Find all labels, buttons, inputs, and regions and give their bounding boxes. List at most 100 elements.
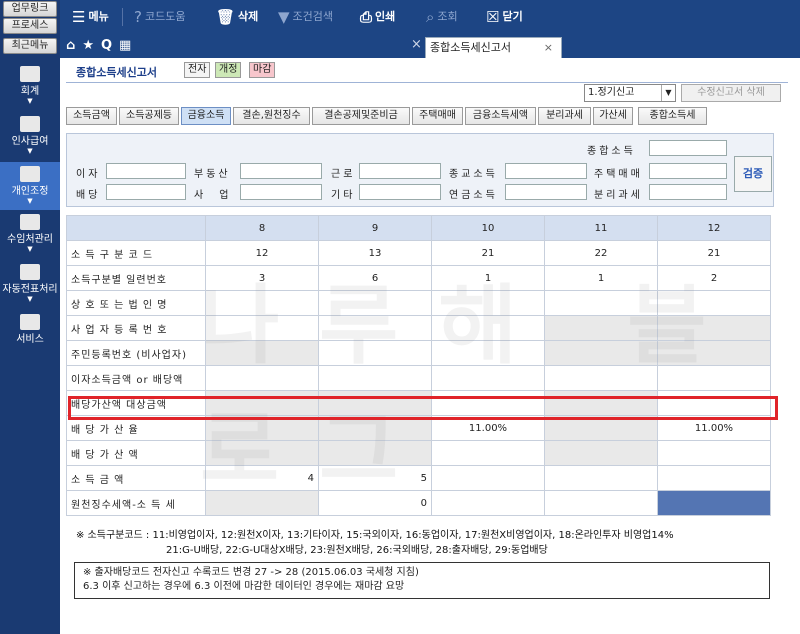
people-icon	[20, 116, 40, 132]
interest-label: 이자	[76, 169, 101, 180]
code-help-button[interactable]: ? 코드도움	[134, 0, 185, 34]
grid-cell[interactable]: 5	[318, 465, 432, 491]
monitor-icon	[20, 314, 40, 330]
subtab-loss-reserve[interactable]: 결손공제및준비금	[312, 107, 410, 125]
home-icon[interactable]: ⌂	[66, 38, 82, 53]
grid-cell[interactable]: 1	[431, 265, 545, 291]
grid-cell[interactable]	[318, 340, 432, 366]
chevron-down-icon: ▼	[27, 97, 33, 105]
grid-cell[interactable]	[431, 315, 545, 341]
grid-cell[interactable]	[544, 290, 658, 316]
page-title: 종합소득세신고서	[76, 66, 157, 79]
total-income-field[interactable]	[649, 140, 727, 156]
delete-amended-button[interactable]: 수정신고서 삭제	[681, 84, 781, 102]
grid-cell[interactable]: 1	[544, 265, 658, 291]
close-icon[interactable]: ×	[411, 37, 422, 52]
star-icon[interactable]: ★	[82, 38, 101, 53]
grid-cell[interactable]	[657, 440, 771, 466]
search-icon[interactable]: Q	[101, 38, 119, 53]
column-header: 8	[205, 215, 319, 241]
house-field[interactable]	[649, 163, 727, 179]
menu-button[interactable]: ☰ 메뉴	[72, 0, 109, 34]
pension-field[interactable]	[505, 184, 587, 200]
grid-cell[interactable]	[657, 365, 771, 391]
print-button[interactable]: ⎙ 인쇄	[360, 0, 395, 34]
realestate-field[interactable]	[240, 163, 322, 179]
grid-cell[interactable]: 2	[657, 265, 771, 291]
delete-button[interactable]: 🗑 삭제	[216, 0, 258, 34]
interest-field[interactable]	[106, 163, 186, 179]
grid-cell[interactable]	[431, 465, 545, 491]
grid-cell[interactable]	[544, 365, 658, 391]
sidebar-item-service[interactable]: 서비스	[0, 314, 60, 350]
dividend-field[interactable]	[106, 184, 186, 200]
verify-button[interactable]: 검증	[734, 156, 772, 192]
grid-cell[interactable]	[431, 490, 545, 516]
grid-cell[interactable]	[318, 315, 432, 341]
sidebar-item-label: 인사급여	[11, 136, 49, 147]
grid-cell[interactable]	[318, 365, 432, 391]
magnifier-icon: ⌕	[426, 8, 435, 26]
trash-icon: 🗑	[216, 8, 236, 26]
process-button[interactable]: 프로세스	[3, 18, 57, 34]
grid-cell[interactable]: 22	[544, 240, 658, 266]
subtab-financial-income[interactable]: 금융소득	[181, 107, 231, 125]
subtab-separate-tax[interactable]: 분리과세	[538, 107, 591, 125]
sidebar-item-personal-adjust[interactable]: 개인조정 ▼	[0, 162, 60, 210]
grid-cell[interactable]	[657, 465, 771, 491]
grid-cell[interactable]: 0	[318, 490, 432, 516]
tab-income-tax-return[interactable]: 종합소득세신고서 ×	[425, 37, 562, 58]
close-button[interactable]: ☒ 닫기	[486, 0, 523, 34]
subtab-financial-tax[interactable]: 금융소득세액	[465, 107, 536, 125]
grid-cell[interactable]	[318, 290, 432, 316]
grid-cell[interactable]: 13	[318, 240, 432, 266]
filter-search-button[interactable]: ▼ 조건검색	[278, 0, 333, 34]
grid-cell[interactable]	[657, 490, 771, 516]
grid-cell[interactable]	[431, 290, 545, 316]
grid-cell[interactable]	[431, 440, 545, 466]
grid-cell[interactable]: 4	[205, 465, 319, 491]
grid-cell[interactable]: 6	[318, 265, 432, 291]
report-type-value: 1.정기신고	[588, 87, 635, 98]
report-type-select[interactable]: 1.정기신고 ▼	[584, 84, 676, 102]
org-icon	[20, 214, 40, 230]
subtab-income-amount[interactable]: 소득금액	[66, 107, 117, 125]
grid-cell	[657, 315, 771, 341]
grid-cell[interactable]: 12	[205, 240, 319, 266]
grid-cell[interactable]: 21	[657, 240, 771, 266]
stock-field[interactable]	[505, 163, 587, 179]
subtab-house-sale[interactable]: 주택매매	[412, 107, 463, 125]
subtab-income-deduction[interactable]: 소득공제등	[119, 107, 179, 125]
search-button[interactable]: ⌕ 조회	[426, 0, 458, 34]
quick-link-button[interactable]: 업무링크	[3, 1, 57, 17]
grid-cell[interactable]	[431, 365, 545, 391]
sidebar-item-payroll[interactable]: 인사급여 ▼	[0, 116, 60, 162]
grid-cell[interactable]	[544, 490, 658, 516]
sidebar-item-accounting[interactable]: 회계 ▼	[0, 66, 60, 116]
grid-cell	[544, 340, 658, 366]
highlight-box	[68, 396, 778, 420]
sidebar-item-label: 수임처관리	[7, 234, 53, 245]
sidebar-item-client-manage[interactable]: 수임처관리 ▼	[0, 214, 60, 260]
subtab-total-income-tax[interactable]: 종합소득세	[638, 107, 707, 125]
grid-cell[interactable]	[544, 465, 658, 491]
labor-field[interactable]	[359, 163, 441, 179]
business-field[interactable]	[240, 184, 322, 200]
recent-menu-button[interactable]: 최근메뉴	[3, 38, 57, 54]
separate-field[interactable]	[649, 184, 727, 200]
subtab-loss-withholding[interactable]: 결손,원천징수	[233, 107, 310, 125]
grid-icon[interactable]: ▦	[119, 38, 138, 53]
other-field[interactable]	[359, 184, 441, 200]
menu-label: 메뉴	[88, 10, 109, 23]
grid-cell[interactable]	[431, 340, 545, 366]
close-icon[interactable]: ×	[544, 38, 553, 58]
grid-cell[interactable]	[205, 315, 319, 341]
subtab-penalty-tax[interactable]: 가산세	[593, 107, 633, 125]
grid-cell[interactable]	[205, 365, 319, 391]
grid-cell	[657, 340, 771, 366]
grid-cell[interactable]	[205, 290, 319, 316]
sidebar-item-auto-voucher[interactable]: 자동전표처리 ▼	[0, 264, 60, 310]
grid-cell[interactable]	[657, 290, 771, 316]
grid-cell[interactable]: 3	[205, 265, 319, 291]
grid-cell[interactable]: 21	[431, 240, 545, 266]
